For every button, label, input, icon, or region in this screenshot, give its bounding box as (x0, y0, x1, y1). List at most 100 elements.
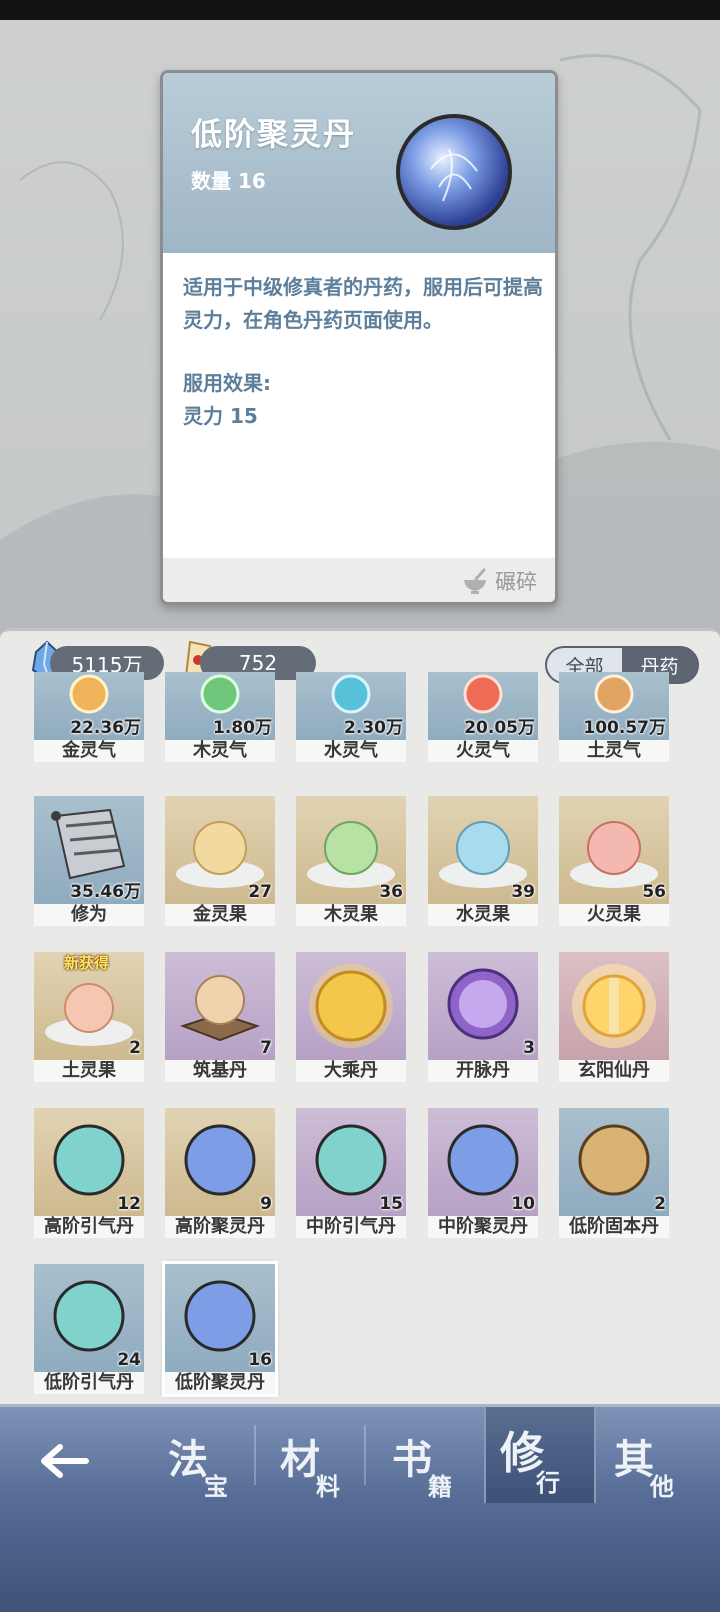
item-name: 土灵果 (34, 1060, 144, 1082)
item-count: 24 (117, 1350, 141, 1370)
item-count: 16 (248, 1350, 272, 1370)
tab-sublabel: 宝 (204, 1472, 228, 1501)
item-count: 2 (654, 1194, 666, 1214)
item-name: 火灵果 (559, 904, 669, 926)
inventory-slot[interactable]: 大乘丹 (296, 952, 406, 1082)
item-count: 1.80万 (213, 718, 272, 738)
item-count: 20.05万 (464, 718, 535, 738)
item-count: 7 (260, 1038, 272, 1058)
inventory-slot[interactable]: 玄阳仙丹 (559, 952, 669, 1082)
inventory-slot[interactable]: 10 中阶聚灵丹 (428, 1108, 538, 1238)
item-name: 土灵气 (559, 740, 669, 762)
item-name: 木灵气 (165, 740, 275, 762)
item-count: 56 (642, 882, 666, 902)
item-count: 36 (379, 882, 403, 902)
tab-materials[interactable]: 材 料 (280, 1427, 380, 1527)
back-arrow-icon[interactable] (36, 1441, 92, 1481)
item-count: 12 (117, 1194, 141, 1214)
smash-label: 碾碎 (495, 570, 537, 594)
item-name: 低阶引气丹 (34, 1372, 144, 1394)
item-name: 金灵果 (165, 904, 275, 926)
item-name: 高阶聚灵丹 (165, 1216, 275, 1238)
detail-footer: 碾碎 (163, 558, 555, 602)
spirit-pill-icon (396, 114, 512, 230)
item-count: 2 (129, 1038, 141, 1058)
item-name: 中阶引气丹 (296, 1216, 406, 1238)
tab-label: 其 (614, 1436, 654, 1483)
inventory-slot[interactable]: 9 高阶聚灵丹 (165, 1108, 275, 1238)
detail-title: 低阶聚灵丹 (191, 117, 356, 153)
item-count: 27 (248, 882, 272, 902)
inventory-slot[interactable]: 100.57万 土灵气 (559, 672, 669, 762)
inventory-slot[interactable]: 20.05万 火灵气 (428, 672, 538, 762)
detail-body: 适用于中级修真者的丹药，服用后可提高灵力，在角色丹药页面使用。 服用效果: 灵力… (183, 271, 543, 433)
tab-label: 法 (168, 1436, 208, 1483)
item-name: 中阶聚灵丹 (428, 1216, 538, 1238)
item-name: 玄阳仙丹 (559, 1060, 669, 1082)
inventory-slot[interactable]: 24 低阶引气丹 (34, 1264, 144, 1394)
inventory-slot[interactable]: 56 火灵果 (559, 796, 669, 926)
item-name: 开脉丹 (428, 1060, 538, 1082)
inventory-slot[interactable]: 新获得 2 土灵果 (34, 952, 144, 1082)
tab-sublabel: 料 (316, 1472, 340, 1501)
item-count: 15 (379, 1194, 403, 1214)
item-name: 金灵气 (34, 740, 144, 762)
item-count: 35.46万 (70, 882, 141, 902)
item-name: 水灵果 (428, 904, 538, 926)
item-count: 39 (511, 882, 535, 902)
bottom-nav: 法 宝 材 料 书 籍 修 行 其 他 (0, 1404, 720, 1612)
item-count: 100.57万 (583, 718, 666, 738)
item-name: 木灵果 (296, 904, 406, 926)
tab-books[interactable]: 书 籍 (392, 1427, 492, 1527)
inventory-slot[interactable]: 36 木灵果 (296, 796, 406, 926)
inventory-slot[interactable]: 3 开脉丹 (428, 952, 538, 1082)
inventory-slot[interactable]: 1.80万 木灵气 (165, 672, 275, 762)
inventory-slot[interactable]: 15 中阶引气丹 (296, 1108, 406, 1238)
item-name: 火灵气 (428, 740, 538, 762)
detail-quantity: 数量 16 (191, 169, 266, 193)
inventory-slot[interactable]: 39 水灵果 (428, 796, 538, 926)
item-detail-card: 低阶聚灵丹 数量 16 适用于中级修真者的丹药，服用后可提高灵力，在角色丹药页面… (160, 70, 558, 605)
tab-sublabel: 籍 (428, 1472, 452, 1501)
item-count: 9 (260, 1194, 272, 1214)
item-count: 3 (523, 1038, 535, 1058)
high-spirit-pill-icon (184, 1124, 256, 1196)
xuanyang-immortal-pill-icon (572, 964, 656, 1048)
item-count: 2.30万 (344, 718, 403, 738)
inventory-slot[interactable]: 35.46万 修为 (34, 796, 144, 926)
detail-description: 适用于中级修真者的丹药，服用后可提高灵力，在角色丹药页面使用。 (183, 275, 543, 332)
item-count: 22.36万 (70, 718, 141, 738)
smash-button[interactable]: 碾碎 (461, 566, 537, 596)
item-name: 大乘丹 (296, 1060, 406, 1082)
low-foundation-pill-icon (578, 1124, 650, 1196)
effect-value: 灵力 15 (183, 404, 258, 428)
foundation-pill-icon (179, 975, 261, 1042)
detail-header: 低阶聚灵丹 数量 16 (163, 73, 555, 253)
item-name: 低阶聚灵丹 (165, 1372, 275, 1394)
inventory-slot[interactable]: 7 筑基丹 (165, 952, 275, 1082)
tab-cultivation[interactable]: 修 行 (500, 1417, 600, 1517)
tab-sublabel: 行 (536, 1468, 560, 1497)
new-item-tag: 新获得 (64, 954, 110, 972)
tab-label: 书 (392, 1436, 432, 1483)
mahayana-pill-icon (309, 964, 393, 1048)
effect-title: 服用效果: (183, 371, 271, 395)
tab-treasure[interactable]: 法 宝 (168, 1427, 268, 1527)
meridian-pill-icon (447, 968, 519, 1040)
inventory-slot[interactable]: 2.30万 水灵气 (296, 672, 406, 762)
item-name: 水灵气 (296, 740, 406, 762)
inventory-slot[interactable]: 27 金灵果 (165, 796, 275, 926)
inventory-slot[interactable]: 2 低阶固本丹 (559, 1108, 669, 1238)
item-name: 高阶引气丹 (34, 1216, 144, 1238)
inventory-slot[interactable]: 22.36万 金灵气 (34, 672, 144, 762)
inventory-slot[interactable]: 12 高阶引气丹 (34, 1108, 144, 1238)
status-bar (0, 0, 720, 20)
item-name: 修为 (34, 904, 144, 926)
item-count: 10 (511, 1194, 535, 1214)
item-name: 低阶固本丹 (559, 1216, 669, 1238)
tab-label: 材 (280, 1436, 320, 1483)
mortar-icon (464, 568, 486, 594)
item-name: 筑基丹 (165, 1060, 275, 1082)
tab-other[interactable]: 其 他 (614, 1427, 714, 1527)
inventory-slot-selected[interactable]: 16 低阶聚灵丹 (162, 1261, 278, 1397)
